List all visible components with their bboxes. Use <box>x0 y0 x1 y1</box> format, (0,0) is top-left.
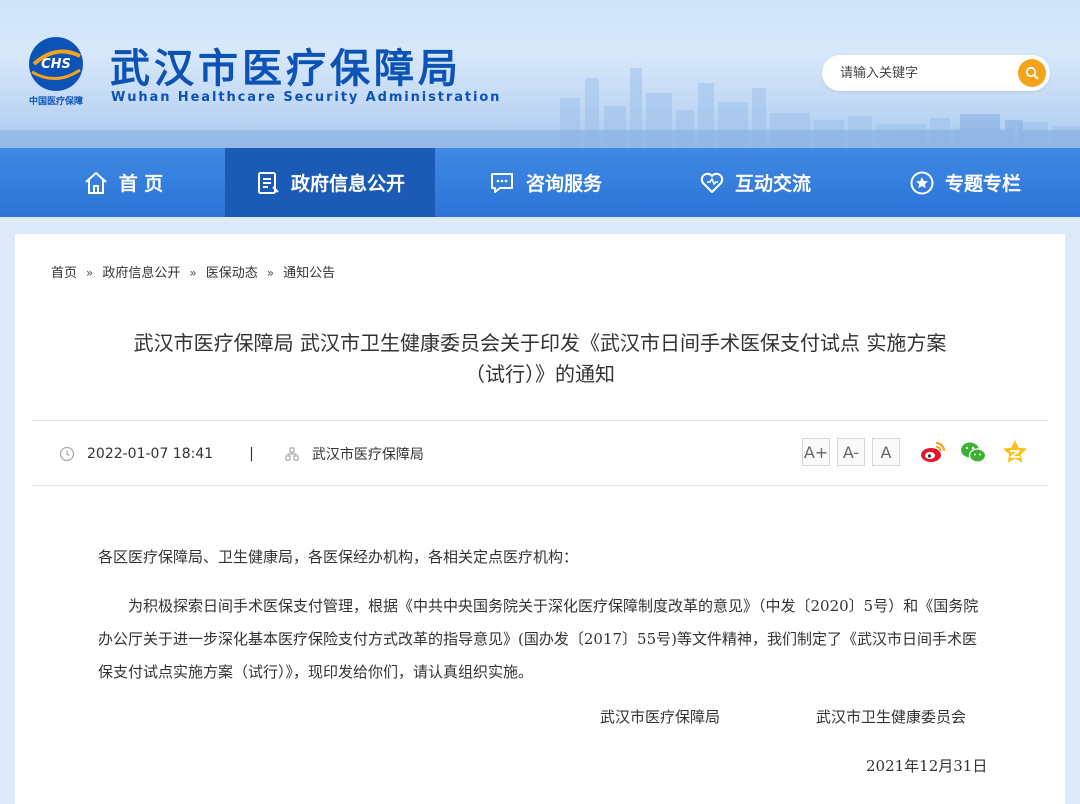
nav-item-consult[interactable]: 咨询服务 <box>460 148 630 217</box>
nav-item-label: 互动交流 <box>734 173 811 195</box>
breadcrumb-link-notices[interactable]: 通知公告 <box>283 266 335 281</box>
font-size-label: A- <box>842 442 860 462</box>
chs-logo: CHS 中国医疗保障 <box>29 37 83 107</box>
nav-item-topics[interactable]: 专题专栏 <box>880 148 1050 217</box>
clock-icon <box>59 446 75 462</box>
signer-health-commission: 武汉市卫生健康委员会 <box>816 708 967 726</box>
site-title: 武汉市医疗保障局 <box>110 46 462 92</box>
breadcrumb-link-news[interactable]: 医保动态 <box>206 266 258 281</box>
article-meta: 2022-01-07 18:41 | 武汉市医疗保障局 <box>59 442 424 466</box>
home-icon <box>85 171 107 194</box>
article-title-line: 武汉市医疗保障局 武汉市卫生健康委员会关于印发《武汉市日间手术医保支付试点 实施… <box>133 331 947 355</box>
org-icon <box>285 447 299 461</box>
font-reset-button[interactable]: A <box>872 438 900 466</box>
signature-date: 2021年12月31日 <box>866 757 988 775</box>
star-icon <box>910 171 934 194</box>
svg-text:中国医疗保障: 中国医疗保障 <box>29 95 83 107</box>
font-size-label: A+ <box>803 442 829 462</box>
main-nav: 首 页 政府信息公开 咨询服务 互动交流 专题专栏 <box>0 148 1080 217</box>
divider <box>32 420 1048 421</box>
breadcrumb-link-gov-info[interactable]: 政府信息公开 <box>102 266 180 281</box>
nav-item-home[interactable]: 首 页 <box>38 148 208 217</box>
chat-icon <box>490 172 513 193</box>
search-input[interactable] <box>840 63 1010 83</box>
article-source: 武汉市医疗保障局 <box>311 447 424 463</box>
nav-item-label: 首 页 <box>118 173 164 195</box>
svg-text:CHS: CHS <box>41 57 71 72</box>
article-panel: 首页 » 政府信息公开 » 医保动态 » 通知公告 武汉市医疗保障局 武汉市卫生健康委员会关… <box>15 234 1065 804</box>
site-header: CHS 中国医疗保障 武汉市医疗保障局 Wuhan Healthcare Sec… <box>0 0 1080 148</box>
qzone-icon[interactable] <box>1001 438 1029 466</box>
site-subtitle: Wuhan Healthcare Security Administration <box>111 90 502 105</box>
article-title: 武汉市医疗保障局 武汉市卫生健康委员会关于印发《武汉市日间手术医保支付试点 实施… <box>75 328 1005 390</box>
weibo-icon[interactable] <box>919 438 947 466</box>
nav-item-label: 专题专栏 <box>944 173 1021 195</box>
font-increase-button[interactable]: A+ <box>802 438 830 466</box>
font-decrease-button[interactable]: A- <box>837 438 865 466</box>
article-body: 各区医疗保障局、卫生健康局，各医保经办机构，各相关定点医疗机构： 为积极探索日间… <box>98 541 988 689</box>
breadcrumb-separator: » <box>86 266 94 280</box>
body-paragraph: 为积极探索日间手术医保支付管理，根据《中共中央国务院关于深化医疗保障制度改革的意… <box>98 597 979 681</box>
wechat-icon[interactable] <box>959 438 987 466</box>
publish-date: 2022-01-07 18:41 <box>87 446 214 462</box>
breadcrumb-separator: » <box>189 266 197 280</box>
breadcrumb-separator: » <box>266 266 275 280</box>
nav-item-gov-info[interactable]: 政府信息公开 <box>225 148 435 217</box>
font-size-label: A <box>880 442 892 462</box>
nav-item-label: 政府信息公开 <box>290 173 405 195</box>
breadcrumb-link-home[interactable]: 首页 <box>51 266 77 281</box>
search-button[interactable] <box>1018 59 1046 87</box>
meta-divider: | <box>249 446 254 462</box>
document-icon <box>257 171 279 194</box>
nav-item-label: 咨询服务 <box>525 173 602 195</box>
signer-medical-security-bureau: 武汉市医疗保障局 <box>600 708 721 726</box>
breadcrumb: 首页 » 政府信息公开 » 医保动态 » 通知公告 <box>51 262 335 281</box>
search-icon <box>1025 66 1039 80</box>
salutation: 各区医疗保障局、卫生健康局，各医保经办机构，各相关定点医疗机构： <box>98 548 579 566</box>
nav-item-interact[interactable]: 互动交流 <box>670 148 840 217</box>
divider <box>32 485 1048 486</box>
search-box <box>822 55 1050 91</box>
article-title-line: （试行）》的通知 <box>465 362 615 386</box>
heart-icon <box>700 172 724 193</box>
